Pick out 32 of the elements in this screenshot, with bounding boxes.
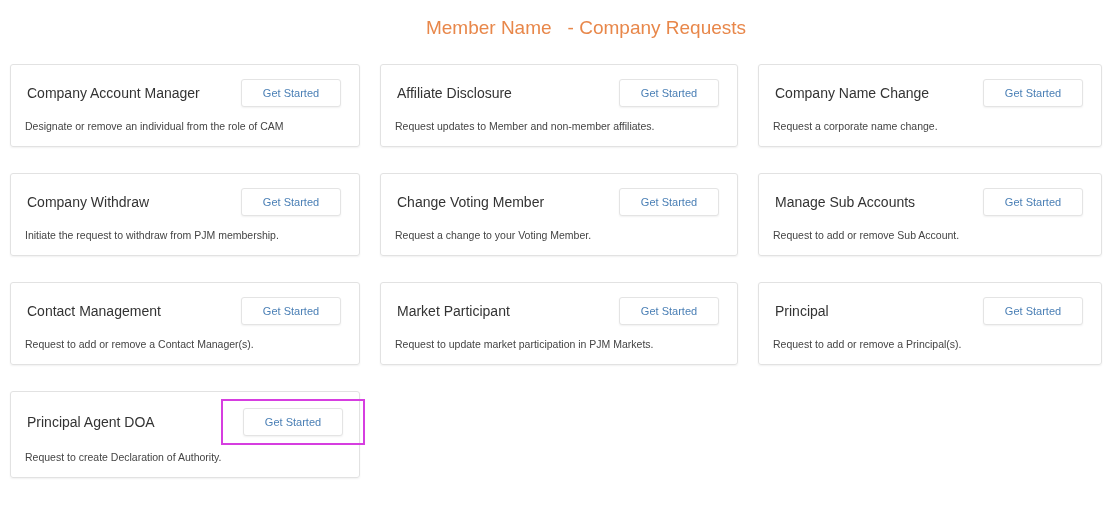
request-description: Request to create Declaration of Authority. bbox=[25, 450, 223, 465]
request-title: Affiliate Disclosure bbox=[396, 85, 512, 101]
request-description: Request to update market participation in PJM Markets. bbox=[395, 337, 655, 352]
request-title: Contact Management bbox=[26, 303, 161, 319]
get-started-button[interactable]: Get Started bbox=[619, 188, 719, 216]
request-title: Principal Agent DOA bbox=[26, 414, 155, 430]
get-started-button[interactable]: Get Started bbox=[241, 79, 341, 107]
request-description: Request to add or remove a Principal(s). bbox=[773, 337, 963, 352]
request-title: Principal bbox=[774, 303, 829, 319]
request-title: Market Participant bbox=[396, 303, 510, 319]
get-started-button[interactable]: Get Started bbox=[243, 408, 343, 436]
request-description: Initiate the request to withdraw from PJM membership. bbox=[25, 228, 280, 243]
get-started-button[interactable]: Get Started bbox=[241, 188, 341, 216]
request-description: Request to add or remove a Contact Manager(s). bbox=[25, 337, 255, 352]
get-started-button[interactable]: Get Started bbox=[241, 297, 341, 325]
request-title: Manage Sub Accounts bbox=[774, 194, 916, 210]
page-title: - Company Requests bbox=[567, 17, 747, 39]
member-name: Member Name bbox=[425, 17, 552, 39]
request-description: Designate or remove an individual from the role of CAM bbox=[25, 119, 285, 134]
request-title: Company Name Change bbox=[774, 85, 930, 101]
request-title: Change Voting Member bbox=[396, 194, 545, 210]
get-started-button[interactable]: Get Started bbox=[619, 297, 719, 325]
get-started-button[interactable]: Get Started bbox=[983, 188, 1083, 216]
request-title: Company Account Manager bbox=[26, 85, 200, 101]
get-started-button[interactable]: Get Started bbox=[983, 79, 1083, 107]
request-description: Request updates to Member and non-member affiliates. bbox=[395, 119, 656, 134]
request-description: Request a corporate name change. bbox=[773, 119, 939, 134]
request-description: Request a change to your Voting Member. bbox=[395, 228, 593, 243]
get-started-button[interactable]: Get Started bbox=[619, 79, 719, 107]
request-description: Request to add or remove Sub Account. bbox=[773, 228, 961, 243]
get-started-button[interactable]: Get Started bbox=[983, 297, 1083, 325]
request-title: Company Withdraw bbox=[26, 194, 150, 210]
